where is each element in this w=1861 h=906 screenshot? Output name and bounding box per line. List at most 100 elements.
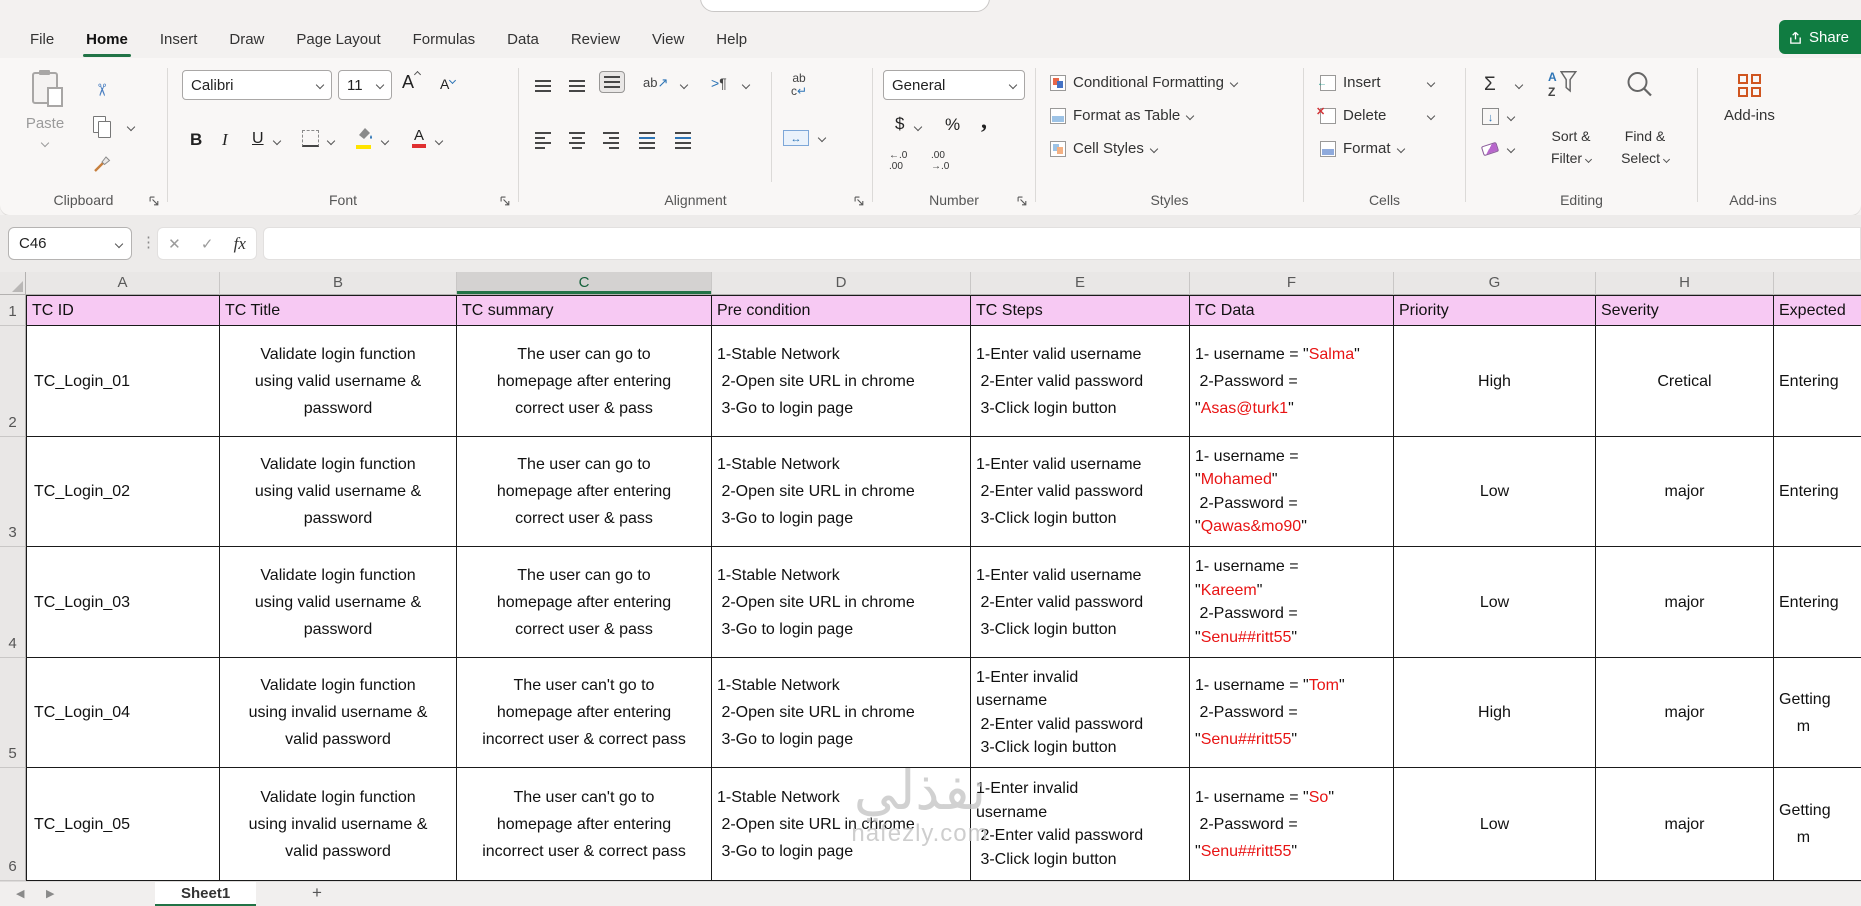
column-header-C[interactable]: C [457,272,712,295]
borders-icon[interactable] [302,130,319,147]
format-painter-icon[interactable] [92,154,112,179]
align-right-icon[interactable] [603,132,619,149]
cell-F4[interactable]: 1- username = "Kareem" 2-Password = "Senu#… [1190,547,1394,658]
cell-H1[interactable]: Severity [1596,295,1774,326]
cell-H6[interactable]: major [1596,768,1774,881]
format-as-table-button[interactable]: Format as Table [1050,107,1195,124]
cell-B3[interactable]: Validate login function using valid usern… [220,437,457,547]
autosum-chevron[interactable] [1514,80,1524,90]
cell-D1[interactable]: Pre condition [712,295,971,326]
column-header-F[interactable]: F [1190,272,1394,295]
share-button[interactable]: Share [1779,20,1861,54]
sheet-tab-sheet1[interactable]: Sheet1 [155,882,257,906]
cell-E1[interactable]: TC Steps [971,295,1190,326]
cell-D6[interactable]: 1-Stable Network 2-Open site URL in chro… [712,768,971,881]
cell-B4[interactable]: Validate login function using valid usern… [220,547,457,658]
cell-C1[interactable]: TC summary [457,295,712,326]
column-header-G[interactable]: G [1394,272,1596,295]
text-direction-chevron[interactable] [741,80,751,90]
conditional-formatting-button[interactable]: Conditional Formatting [1050,74,1239,91]
column-header-A[interactable]: A [26,272,220,295]
sheet-nav-right-icon[interactable]: ▶ [46,887,54,900]
fill-color-chevron[interactable] [380,136,390,146]
decrease-indent-icon[interactable] [639,132,655,149]
underline-button[interactable]: U [252,130,264,148]
currency-chevron[interactable] [913,122,923,132]
formula-input[interactable] [263,227,1861,260]
clipboard-dialog-launcher[interactable] [147,194,161,208]
cell-D5[interactable]: 1-Stable Network 2-Open site URL in chro… [712,658,971,768]
column-header-H[interactable]: H [1596,272,1774,295]
cell-D3[interactable]: 1-Stable Network 2-Open site URL in chro… [712,437,971,547]
number-dialog-launcher[interactable] [1015,194,1029,208]
delete-cells-button[interactable]: ✕ Delete [1316,106,1386,125]
cell-G6[interactable]: Low [1394,768,1596,881]
grow-font-button[interactable]: A [402,70,422,93]
increase-decimal-icon[interactable]: ←.0 .00 [889,150,907,172]
cell-B1[interactable]: TC Title [220,295,457,326]
wrap-text-icon[interactable]: ab c↵ [791,72,807,98]
menu-tab-home[interactable]: Home [70,26,144,57]
column-header-partial[interactable] [1774,272,1861,295]
cell-C6[interactable]: The user can't go to homepage after enter… [457,768,712,881]
cell-H5[interactable]: major [1596,658,1774,768]
menu-tab-page-layout[interactable]: Page Layout [280,26,396,53]
copy-icon[interactable] [93,116,115,140]
menu-tab-draw[interactable]: Draw [213,26,280,53]
row-header-5[interactable]: 5 [0,658,26,768]
alignment-dialog-launcher[interactable] [852,194,866,208]
find-select-label-2[interactable]: Select [1610,150,1680,166]
cell-A2[interactable]: TC_Login_01 [26,326,220,437]
cell-E6[interactable]: 1-Enter invalid username 2-Enter valid pa… [971,768,1190,881]
bold-button[interactable]: B [190,130,202,150]
sort-filter-icon[interactable]: A Z [1548,70,1578,101]
cell-G1[interactable]: Priority [1394,295,1596,326]
cell-G2[interactable]: High [1394,326,1596,437]
column-header-E[interactable]: E [971,272,1190,295]
cell-A4[interactable]: TC_Login_03 [26,547,220,658]
cancel-icon[interactable]: ✕ [168,235,181,253]
name-box[interactable]: C46 [8,227,132,260]
name-box-chevron[interactable] [114,239,124,248]
search-box-remnant[interactable] [700,0,990,12]
cell-F2[interactable]: 1- username = "Salma" 2-Password = "Asas@… [1190,326,1394,437]
menu-tab-insert[interactable]: Insert [144,26,214,53]
row-header-4[interactable]: 4 [0,547,26,658]
cell-I1[interactable]: Expected [1774,295,1861,326]
currency-button[interactable]: $ [895,114,904,134]
insert-function-icon[interactable]: fx [234,234,246,254]
cell-B6[interactable]: Validate login function using invalid use… [220,768,457,881]
merge-center-icon[interactable]: ↔ [783,130,809,146]
top-align-icon[interactable] [535,80,551,92]
cut-icon[interactable]: ✂ [91,83,111,97]
menu-tab-help[interactable]: Help [700,26,763,53]
fill-down-icon[interactable]: ↓ [1482,108,1499,125]
cell-G3[interactable]: Low [1394,437,1596,547]
underline-chevron[interactable] [272,136,282,146]
font-size-combo[interactable]: 11 [338,70,392,100]
middle-align-icon[interactable] [569,80,585,92]
clear-eraser-icon[interactable] [1480,141,1500,157]
cell-B2[interactable]: Validate login function using valid usern… [220,326,457,437]
cell-I5[interactable]: Getting m [1774,658,1861,768]
shrink-font-button[interactable]: A [440,76,457,92]
cell-styles-button[interactable]: Cell Styles [1050,140,1159,157]
fill-chevron[interactable] [1506,112,1516,122]
cell-E4[interactable]: 1-Enter valid username 2-Enter valid pas… [971,547,1190,658]
sheet-nav-left-icon[interactable]: ◀ [16,887,24,900]
cell-H4[interactable]: major [1596,547,1774,658]
fill-color-icon[interactable] [356,126,374,149]
sort-filter-label-2[interactable]: Filter [1536,150,1606,166]
enter-icon[interactable]: ✓ [201,235,214,253]
cell-F6[interactable]: 1- username = "So" 2-Password = "Senu##ri… [1190,768,1394,881]
row-header-3[interactable]: 3 [0,437,26,547]
cell-I6[interactable]: Getting m [1774,768,1861,881]
format-cells-button[interactable]: Format [1320,140,1405,157]
paste-button[interactable]: Paste [16,70,74,150]
cell-I2[interactable]: Entering [1774,326,1861,437]
increase-indent-icon[interactable] [675,132,691,149]
text-direction-icon[interactable]: >¶ [711,75,727,91]
cell-I4[interactable]: Entering [1774,547,1861,658]
decrease-decimal-icon[interactable]: .00 →.0 [931,150,949,172]
orientation-icon[interactable]: ab↗ [643,75,668,91]
